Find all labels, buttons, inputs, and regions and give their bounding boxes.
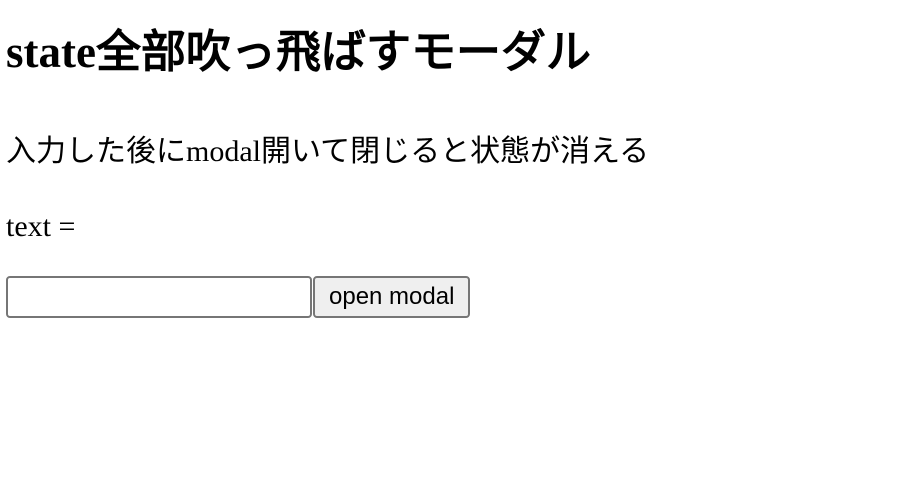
page: state全部吹っ飛ばすモーダル 入力した後にmodal開いて閉じると状態が消え… [0,0,918,498]
input-controls: open modal [6,276,471,318]
text-readout: text = [6,210,76,243]
text-input[interactable] [6,276,312,318]
page-title: state全部吹っ飛ばすモーダル [6,27,591,77]
open-modal-button[interactable]: open modal [313,276,471,318]
page-description: 入力した後にmodal開いて閉じると状態が消える [6,135,650,168]
